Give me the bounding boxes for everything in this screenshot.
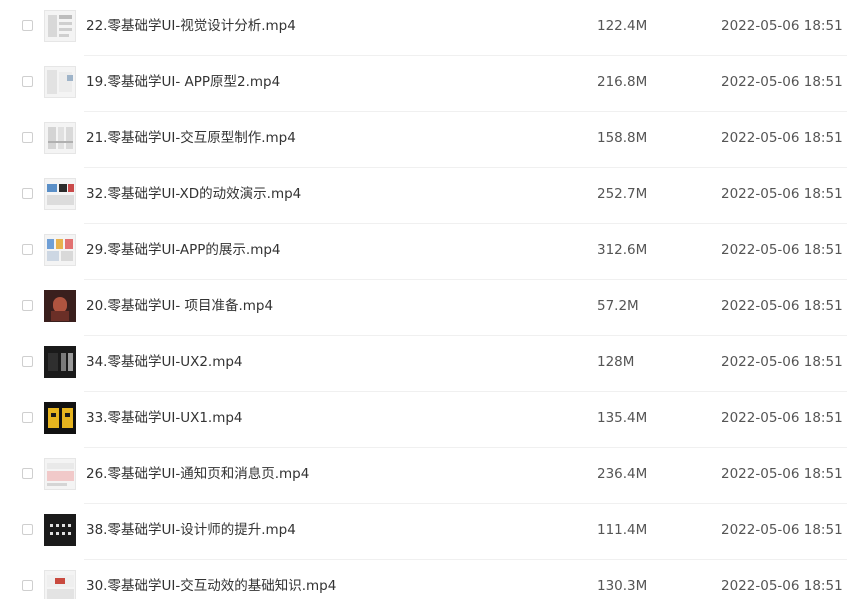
row-checkbox[interactable]: [22, 468, 33, 479]
video-thumbnail: [44, 178, 76, 210]
file-name[interactable]: 29.零基础学UI-APP的展示.mp4: [86, 241, 281, 259]
file-date: 2022-05-06 18:51: [721, 466, 843, 482]
video-thumbnail: [44, 10, 76, 42]
video-thumbnail: [44, 514, 76, 546]
file-date: 2022-05-06 18:51: [721, 410, 843, 426]
file-name[interactable]: 32.零基础学UI-XD的动效演示.mp4: [86, 185, 301, 203]
file-size: 122.4M: [597, 18, 648, 34]
file-row[interactable]: 33.零基础学UI-UX1.mp4 135.4M 2022-05-06 18:5…: [0, 392, 847, 448]
file-row[interactable]: 38.零基础学UI-设计师的提升.mp4 111.4M 2022-05-06 1…: [0, 504, 847, 560]
file-size: 130.3M: [597, 578, 648, 594]
file-date: 2022-05-06 18:51: [721, 298, 843, 314]
row-checkbox[interactable]: [22, 20, 33, 31]
file-name[interactable]: 26.零基础学UI-通知页和消息页.mp4: [86, 465, 309, 483]
video-thumbnail: [44, 234, 76, 266]
file-list: 22.零基础学UI-视觉设计分析.mp4 122.4M 2022-05-06 1…: [0, 0, 847, 599]
row-checkbox[interactable]: [22, 244, 33, 255]
file-row[interactable]: 34.零基础学UI-UX2.mp4 128M 2022-05-06 18:51: [0, 336, 847, 392]
file-date: 2022-05-06 18:51: [721, 578, 843, 594]
file-date: 2022-05-06 18:51: [721, 522, 843, 538]
file-date: 2022-05-06 18:51: [721, 186, 843, 202]
video-thumbnail: [44, 66, 76, 98]
row-checkbox[interactable]: [22, 188, 33, 199]
row-checkbox[interactable]: [22, 132, 33, 143]
file-row[interactable]: 22.零基础学UI-视觉设计分析.mp4 122.4M 2022-05-06 1…: [0, 0, 847, 56]
file-name[interactable]: 38.零基础学UI-设计师的提升.mp4: [86, 521, 296, 539]
file-name[interactable]: 22.零基础学UI-视觉设计分析.mp4: [86, 17, 296, 35]
file-size: 57.2M: [597, 298, 639, 314]
file-row[interactable]: 29.零基础学UI-APP的展示.mp4 312.6M 2022-05-06 1…: [0, 224, 847, 280]
video-thumbnail: [44, 346, 76, 378]
row-checkbox[interactable]: [22, 524, 33, 535]
video-thumbnail: [44, 402, 76, 434]
file-name[interactable]: 33.零基础学UI-UX1.mp4: [86, 409, 243, 427]
file-row[interactable]: 19.零基础学UI- APP原型2.mp4 216.8M 2022-05-06 …: [0, 56, 847, 112]
file-size: 312.6M: [597, 242, 648, 258]
file-size: 216.8M: [597, 74, 648, 90]
file-size: 158.8M: [597, 130, 648, 146]
video-thumbnail: [44, 570, 76, 599]
file-row[interactable]: 32.零基础学UI-XD的动效演示.mp4 252.7M 2022-05-06 …: [0, 168, 847, 224]
row-checkbox[interactable]: [22, 300, 33, 311]
row-checkbox[interactable]: [22, 356, 33, 367]
file-size: 111.4M: [597, 522, 648, 538]
file-size: 252.7M: [597, 186, 648, 202]
file-date: 2022-05-06 18:51: [721, 130, 843, 146]
file-date: 2022-05-06 18:51: [721, 74, 843, 90]
video-thumbnail: [44, 122, 76, 154]
row-checkbox[interactable]: [22, 412, 33, 423]
file-date: 2022-05-06 18:51: [721, 354, 843, 370]
file-row[interactable]: 30.零基础学UI-交互动效的基础知识.mp4 130.3M 2022-05-0…: [0, 560, 847, 599]
file-row[interactable]: 20.零基础学UI- 项目准备.mp4 57.2M 2022-05-06 18:…: [0, 280, 847, 336]
file-name[interactable]: 19.零基础学UI- APP原型2.mp4: [86, 73, 280, 91]
file-name[interactable]: 20.零基础学UI- 项目准备.mp4: [86, 297, 273, 315]
video-thumbnail: [44, 290, 76, 322]
file-name[interactable]: 21.零基础学UI-交互原型制作.mp4: [86, 129, 296, 147]
file-size: 236.4M: [597, 466, 648, 482]
file-date: 2022-05-06 18:51: [721, 18, 843, 34]
file-name[interactable]: 30.零基础学UI-交互动效的基础知识.mp4: [86, 577, 336, 595]
file-size: 135.4M: [597, 410, 648, 426]
row-checkbox[interactable]: [22, 76, 33, 87]
row-checkbox[interactable]: [22, 580, 33, 591]
file-date: 2022-05-06 18:51: [721, 242, 843, 258]
file-row[interactable]: 26.零基础学UI-通知页和消息页.mp4 236.4M 2022-05-06 …: [0, 448, 847, 504]
video-thumbnail: [44, 458, 76, 490]
file-size: 128M: [597, 354, 635, 370]
file-row[interactable]: 21.零基础学UI-交互原型制作.mp4 158.8M 2022-05-06 1…: [0, 112, 847, 168]
file-name[interactable]: 34.零基础学UI-UX2.mp4: [86, 353, 243, 371]
